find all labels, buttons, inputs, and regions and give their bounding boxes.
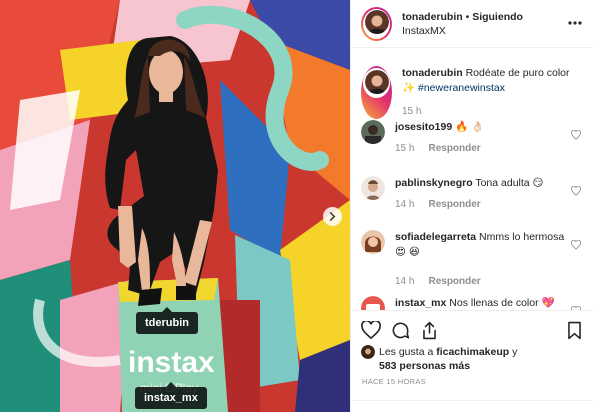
reply-button[interactable]: Responder	[428, 199, 480, 210]
caption-time: 15 h	[402, 106, 422, 117]
instax-box-logo: instax	[128, 346, 215, 379]
post-timestamp: HACE 15 HORAS	[362, 377, 426, 386]
more-options-button[interactable]	[568, 12, 582, 30]
comment-icon[interactable]	[391, 321, 410, 340]
chevron-right-icon	[329, 212, 336, 221]
comment-item: instax_mx Nos llenas de color 💖	[361, 296, 589, 310]
bookmark-icon[interactable]	[567, 321, 582, 340]
comment-item: pablinskynegro Tona adulta 😏 14 h Respond…	[361, 176, 589, 212]
comment-time: 15 h	[395, 143, 415, 154]
avatar-image	[364, 10, 389, 34]
liker-avatar[interactable]	[361, 345, 375, 359]
comment-username[interactable]: instax_mx	[395, 297, 446, 309]
add-comment-area[interactable]	[351, 400, 593, 412]
sparkle-emoji: ✨	[402, 82, 416, 94]
post-location[interactable]: InstaxMX	[402, 24, 523, 38]
reply-button[interactable]: Responder	[428, 143, 480, 154]
comment-text: Tona adulta 😏	[475, 177, 544, 189]
like-comment-heart-icon[interactable]	[571, 130, 581, 140]
comment-text: 🔥 👌🏻	[455, 121, 485, 133]
comment-item: sofiadelegarreta Nmms lo hermosa 😍 😆 14 …	[361, 230, 589, 289]
avatar-image	[364, 69, 389, 94]
comment-username[interactable]: pablinskynegro	[395, 177, 473, 189]
commenter-avatar[interactable]	[361, 176, 385, 200]
likes-summary: Les gusta a ficachimakeup y 583 personas…	[361, 345, 517, 373]
caption-username[interactable]: tonaderubin	[402, 67, 463, 79]
liker-username[interactable]: ficachimakeup	[436, 346, 509, 358]
follow-status[interactable]: Siguiendo	[472, 11, 523, 23]
next-photo-button[interactable]	[323, 207, 342, 226]
caption-text: Rodéate de puro color	[465, 67, 570, 79]
commenter-avatar[interactable]	[361, 296, 385, 310]
commenter-avatar[interactable]	[361, 120, 385, 144]
more-icon	[568, 21, 582, 25]
instagram-post-view: instax mini LiPlay tderubin instax_mx	[0, 0, 593, 412]
like-comment-heart-icon[interactable]	[571, 186, 581, 196]
comment-time: 14 h	[395, 276, 415, 287]
author-avatar[interactable]	[361, 6, 392, 41]
reply-button[interactable]: Responder	[428, 276, 480, 287]
comment-username[interactable]: sofiadelegarreta	[395, 231, 476, 243]
comment-username[interactable]: josesito199	[395, 121, 452, 133]
caption-hashtag[interactable]: #neweranewinstax	[418, 82, 505, 94]
photo-tag-brand[interactable]: instax_mx	[135, 382, 207, 409]
likes-others-link[interactable]: 583 personas más	[379, 360, 470, 372]
commenter-avatar[interactable]	[361, 230, 385, 254]
caption: tonaderubin Rodéate de puro color ✨ #new…	[361, 66, 589, 119]
separator-dot: •	[462, 10, 473, 23]
post-photo[interactable]: instax mini LiPlay tderubin instax_mx	[0, 0, 350, 412]
post-header: tonaderubin • Siguiendo InstaxMX	[351, 0, 593, 48]
author-username[interactable]: tonaderubin	[402, 11, 463, 23]
photo-tag-person[interactable]: tderubin	[136, 307, 198, 334]
like-comment-heart-icon[interactable]	[571, 240, 581, 250]
comment-text: Nos llenas de color 💖	[449, 297, 555, 309]
comment-time: 14 h	[395, 199, 415, 210]
share-icon[interactable]	[421, 321, 438, 340]
comments-list[interactable]: tonaderubin Rodéate de puro color ✨ #new…	[351, 58, 593, 310]
caption-avatar[interactable]	[361, 66, 392, 119]
colorful-backdrop-illustration: instax mini LiPlay	[0, 0, 350, 412]
comment-item: josesito199 🔥 👌🏻 15 h Responder	[361, 120, 589, 156]
post-side-panel: tonaderubin • Siguiendo InstaxMX tonader…	[350, 0, 593, 412]
likes-joiner: y	[509, 346, 518, 358]
likes-prefix: Les gusta a	[379, 346, 437, 358]
heart-icon[interactable]	[361, 321, 381, 339]
